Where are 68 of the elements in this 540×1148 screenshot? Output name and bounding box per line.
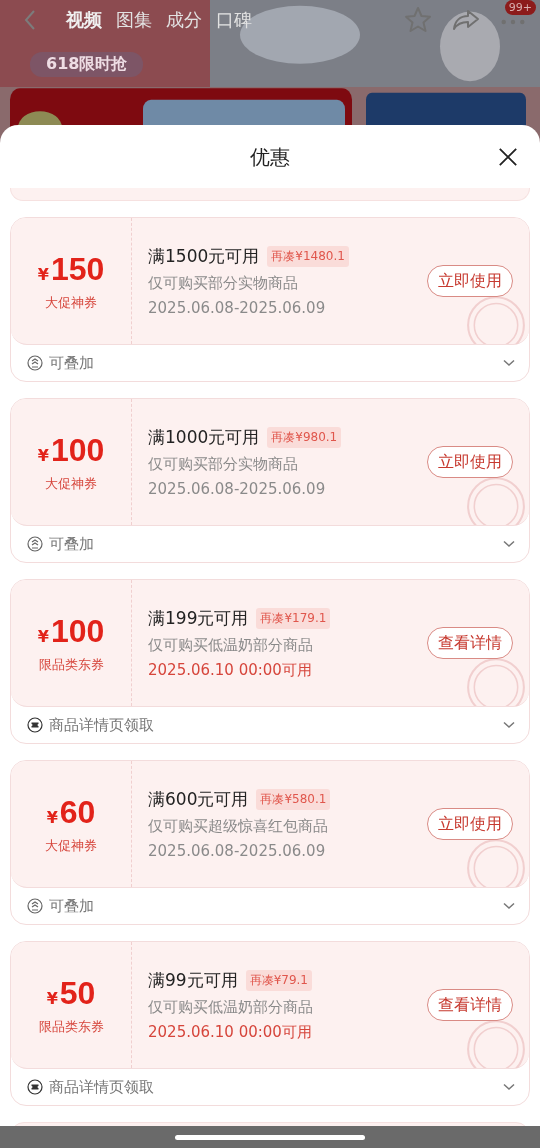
close-icon[interactable] xyxy=(498,147,518,167)
coupon-scope: 仅可购买部分实物商品 xyxy=(148,274,299,293)
coupon-amount: 150 xyxy=(50,250,105,288)
stamp-icon xyxy=(465,837,527,887)
coupon-note: 商品详情页领取 xyxy=(49,715,155,735)
chevron-down-icon[interactable] xyxy=(503,902,515,910)
home-indicator[interactable] xyxy=(175,1134,365,1140)
ticket-icon xyxy=(27,1079,43,1095)
coupon-type: 大促神券 xyxy=(45,836,97,855)
gap-tag: 再凑¥980.1 xyxy=(267,427,342,448)
coupon-validity: 2025.06.10 00:00可用 xyxy=(148,1022,313,1042)
coupon-scope: 仅可购买部分实物商品 xyxy=(148,455,299,474)
coupon-type: 大促神券 xyxy=(45,293,97,312)
coupon-amount: 60 xyxy=(59,793,96,831)
currency-symbol: ¥ xyxy=(46,988,58,1008)
coupon-amount: 100 xyxy=(50,612,105,650)
currency-symbol: ¥ xyxy=(46,807,58,827)
coupon-scope: 仅可购买低温奶部分商品 xyxy=(148,635,314,655)
coupon-type: 限品类东券 xyxy=(38,1017,104,1036)
coupon-action-button[interactable]: 查看详情 xyxy=(427,989,513,1021)
coupon-threshold: 满1000元可用 xyxy=(148,426,260,449)
promo-pill: 618限时抢 xyxy=(30,52,144,77)
gap-tag: 再凑¥79.1 xyxy=(245,969,312,991)
coupon-note: 商品详情页领取 xyxy=(49,1077,155,1097)
chevron-down-icon[interactable] xyxy=(503,721,515,729)
coupon-threshold: 满600元可用 xyxy=(148,788,249,811)
sheet-title: 优惠 xyxy=(250,144,290,171)
coupon-action-button[interactable]: 立即使用 xyxy=(427,265,513,297)
currency-symbol: ¥ xyxy=(37,264,49,284)
coupon-validity: 2025.06.08-2025.06.09 xyxy=(148,842,327,860)
chevron-down-icon[interactable] xyxy=(503,1083,515,1091)
tab[interactable]: 口碑 xyxy=(216,8,252,32)
currency-symbol: ¥ xyxy=(37,445,49,465)
coupon-action-button[interactable]: 立即使用 xyxy=(427,446,513,478)
coupon-note: 可叠加 xyxy=(49,534,95,554)
tab[interactable]: 成分 xyxy=(166,8,202,32)
coupon-amount: 100 xyxy=(50,431,105,469)
coupon-threshold: 满199元可用 xyxy=(148,606,249,630)
currency-symbol: ¥ xyxy=(37,626,49,646)
stack-icon xyxy=(27,536,43,552)
stamp-icon xyxy=(465,475,527,525)
stack-icon xyxy=(27,355,43,371)
coupon-type: 大促神券 xyxy=(45,474,97,493)
tab[interactable]: 视频 xyxy=(66,8,102,32)
tab[interactable]: 图集 xyxy=(116,8,152,32)
ticket-icon xyxy=(27,717,43,733)
stack-icon xyxy=(27,898,43,914)
coupon-threshold: 满99元可用 xyxy=(148,968,238,992)
coupon-type: 限品类东券 xyxy=(38,655,104,674)
coupon-threshold: 满1500元可用 xyxy=(148,245,260,268)
gap-tag: 再凑¥580.1 xyxy=(256,789,331,810)
coupon-scope: 仅可购买低温奶部分商品 xyxy=(148,997,314,1017)
stamp-icon xyxy=(465,656,527,706)
coupon-validity: 2025.06.10 00:00可用 xyxy=(148,660,313,680)
coupon-validity: 2025.06.08-2025.06.09 xyxy=(148,299,327,317)
coupon-note: 可叠加 xyxy=(49,896,95,916)
gap-tag: 再凑¥179.1 xyxy=(256,607,331,629)
coupon-action-button[interactable]: 立即使用 xyxy=(427,808,513,840)
coupon-scope: 仅可购买超级惊喜红包商品 xyxy=(148,817,329,836)
stamp-icon xyxy=(465,294,527,344)
coupon-validity: 2025.06.08-2025.06.09 xyxy=(148,480,327,498)
chevron-down-icon[interactable] xyxy=(503,540,515,548)
coupon-amount: 50 xyxy=(59,974,96,1012)
coupon-note: 可叠加 xyxy=(49,353,95,373)
stamp-icon xyxy=(465,1018,527,1068)
gap-tag: 再凑¥1480.1 xyxy=(267,246,349,267)
chevron-down-icon[interactable] xyxy=(503,359,515,367)
coupon-action-button[interactable]: 查看详情 xyxy=(427,627,513,659)
